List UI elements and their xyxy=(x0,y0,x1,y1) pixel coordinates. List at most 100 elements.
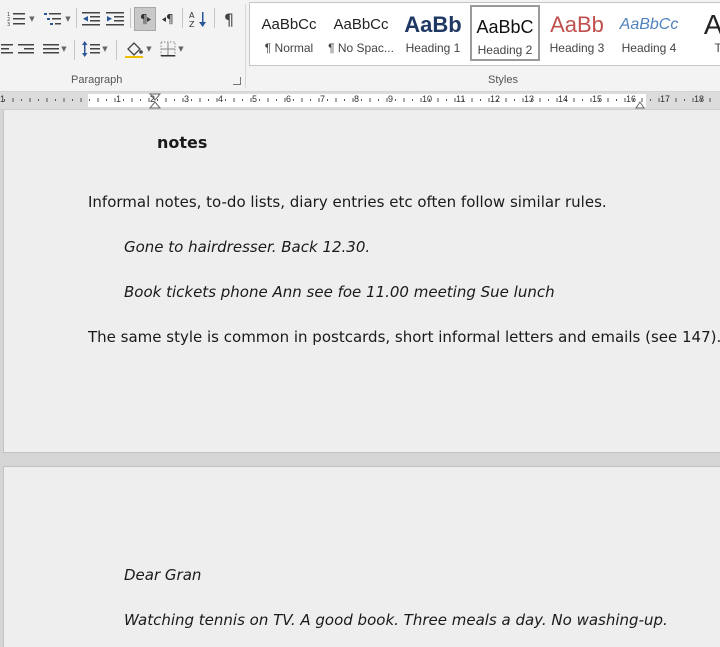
paragraph-group-label: Paragraph xyxy=(71,74,123,86)
numbering-button[interactable]: 1 2 3 ▼ xyxy=(4,8,38,30)
right-to-left-button[interactable]: ¶ xyxy=(158,8,178,30)
left-to-right-icon: ¶ xyxy=(140,12,151,26)
paragraph-2: The same style is common in postcards, s… xyxy=(88,328,720,346)
ruler-tick xyxy=(38,99,39,101)
styles-gallery: AaBbCc ¶ Normal AaBbCc ¶ No Spac... AaBb Head… xyxy=(249,2,720,66)
horizontal-ruler[interactable]: 21123456789101112131415161718 xyxy=(0,92,720,110)
ruler-tick xyxy=(233,98,235,102)
multilevel-list-button[interactable]: ▼ xyxy=(42,8,72,30)
ruler-number: 16 xyxy=(626,94,637,104)
style-preview: AaBb xyxy=(404,12,462,37)
justify-icon xyxy=(43,44,60,54)
ruler-number: 13 xyxy=(524,94,535,104)
ruler-tick xyxy=(191,99,192,101)
left-to-right-button[interactable]: ¶ xyxy=(134,7,156,31)
style-item-0[interactable]: AaBbCc ¶ Normal xyxy=(254,5,324,61)
align-left-button[interactable] xyxy=(0,38,14,60)
ruler-tick xyxy=(378,99,379,101)
ruler-tick xyxy=(276,99,277,101)
line-spacing-icon xyxy=(82,41,101,57)
style-name: Heading 3 xyxy=(549,41,605,55)
ruler-tick xyxy=(157,99,158,101)
ruler-tick xyxy=(55,99,56,101)
ruler-tick xyxy=(471,98,473,102)
paragraph-dialog-launcher-icon[interactable] xyxy=(233,77,241,85)
ruler-tick xyxy=(361,99,362,101)
ruler-number: 11 xyxy=(456,94,466,104)
style-name: Tit xyxy=(686,41,720,55)
style-item-3[interactable]: AaBbC Heading 2 xyxy=(470,5,540,61)
ruler-tick xyxy=(72,99,73,101)
ruler-tick xyxy=(403,98,405,102)
borders-button[interactable]: ▼ xyxy=(156,38,188,60)
ruler-number: 10 xyxy=(422,94,433,104)
example-4: Watching tennis on TV. A good book. Thre… xyxy=(124,611,668,629)
ruler-tick xyxy=(259,99,260,101)
ruler-number: 1 xyxy=(0,94,6,104)
right-to-left-icon: ¶ xyxy=(162,12,174,26)
svg-text:Z: Z xyxy=(189,20,195,28)
ruler-tick xyxy=(675,98,677,102)
show-marks-button[interactable]: ¶ xyxy=(218,8,240,30)
styles-group-label: Styles xyxy=(488,74,518,86)
increase-indent-icon xyxy=(106,12,124,26)
style-item-1[interactable]: AaBbCc ¶ No Spac... xyxy=(326,5,396,61)
style-item-4[interactable]: AaBb Heading 3 xyxy=(542,5,612,61)
shading-button[interactable]: ▼ xyxy=(122,38,154,60)
ruler-tick xyxy=(140,99,141,101)
svg-text:¶: ¶ xyxy=(140,12,148,26)
style-item-6[interactable]: AaTit xyxy=(686,5,720,61)
ruler-tick xyxy=(293,99,294,101)
style-preview: AaBbC xyxy=(476,17,534,37)
line-spacing-button[interactable]: ▼ xyxy=(80,38,110,60)
ruler-tick xyxy=(514,99,515,101)
ruler-tick xyxy=(242,99,243,101)
ruler-number: 15 xyxy=(592,94,603,104)
ruler-tick xyxy=(446,99,447,101)
multilevel-list-icon xyxy=(44,13,62,25)
sort-icon: AZ xyxy=(189,11,206,28)
style-name: ¶ No Spac... xyxy=(328,41,394,55)
sort-button[interactable]: AZ xyxy=(186,8,210,30)
style-name: Heading 2 xyxy=(477,43,533,57)
page-2: Dear Gran Watching tennis on TV. A good … xyxy=(3,466,720,647)
ruler-tick xyxy=(539,98,541,102)
ruler-tick xyxy=(369,98,371,102)
ruler-tick xyxy=(12,98,14,102)
ruler-tick xyxy=(106,99,107,101)
page-1: notes Informal notes, to-do lists, diary… xyxy=(3,110,720,453)
ruler-tick xyxy=(21,99,22,101)
style-name: Heading 1 xyxy=(405,41,461,55)
example-3: Dear Gran xyxy=(124,566,202,584)
ruler-number: 17 xyxy=(660,94,671,104)
ruler-tick xyxy=(208,99,209,101)
svg-text:A: A xyxy=(189,11,195,20)
style-item-5[interactable]: AaBbCc Heading 4 xyxy=(614,5,684,61)
shading-icon xyxy=(125,42,144,58)
style-preview: AaBbCc xyxy=(261,16,317,33)
ruler-tick xyxy=(335,98,337,102)
style-item-2[interactable]: AaBb Heading 1 xyxy=(398,5,468,61)
increase-indent-button[interactable] xyxy=(104,8,126,30)
ruler-number: 5 xyxy=(252,94,258,104)
ruler-number: 3 xyxy=(184,94,190,104)
align-right-button[interactable] xyxy=(16,38,36,60)
ruler-tick xyxy=(582,99,583,101)
ruler-tick xyxy=(412,99,413,101)
ruler-tick xyxy=(344,99,345,101)
ruler-tick xyxy=(709,98,711,102)
ruler-tick xyxy=(267,98,269,102)
ruler-tick xyxy=(46,98,48,102)
ribbon: 1 2 3 ▼ ▼ ¶ ¶ A Z ¶ ▼ ▼ ▼ ▼ Paragraph Aa… xyxy=(0,0,720,92)
ruler-tick xyxy=(301,98,303,102)
ruler-tick xyxy=(165,98,167,102)
ruler-tick xyxy=(310,99,311,101)
decrease-indent-button[interactable] xyxy=(80,8,102,30)
borders-icon xyxy=(160,41,176,57)
justify-button[interactable]: ▼ xyxy=(40,38,70,60)
svg-text:¶: ¶ xyxy=(166,12,174,26)
ruler-tick xyxy=(131,98,133,102)
ruler-markers xyxy=(4,93,711,109)
ruler-tick xyxy=(616,99,617,101)
ruler-tick xyxy=(80,98,82,102)
